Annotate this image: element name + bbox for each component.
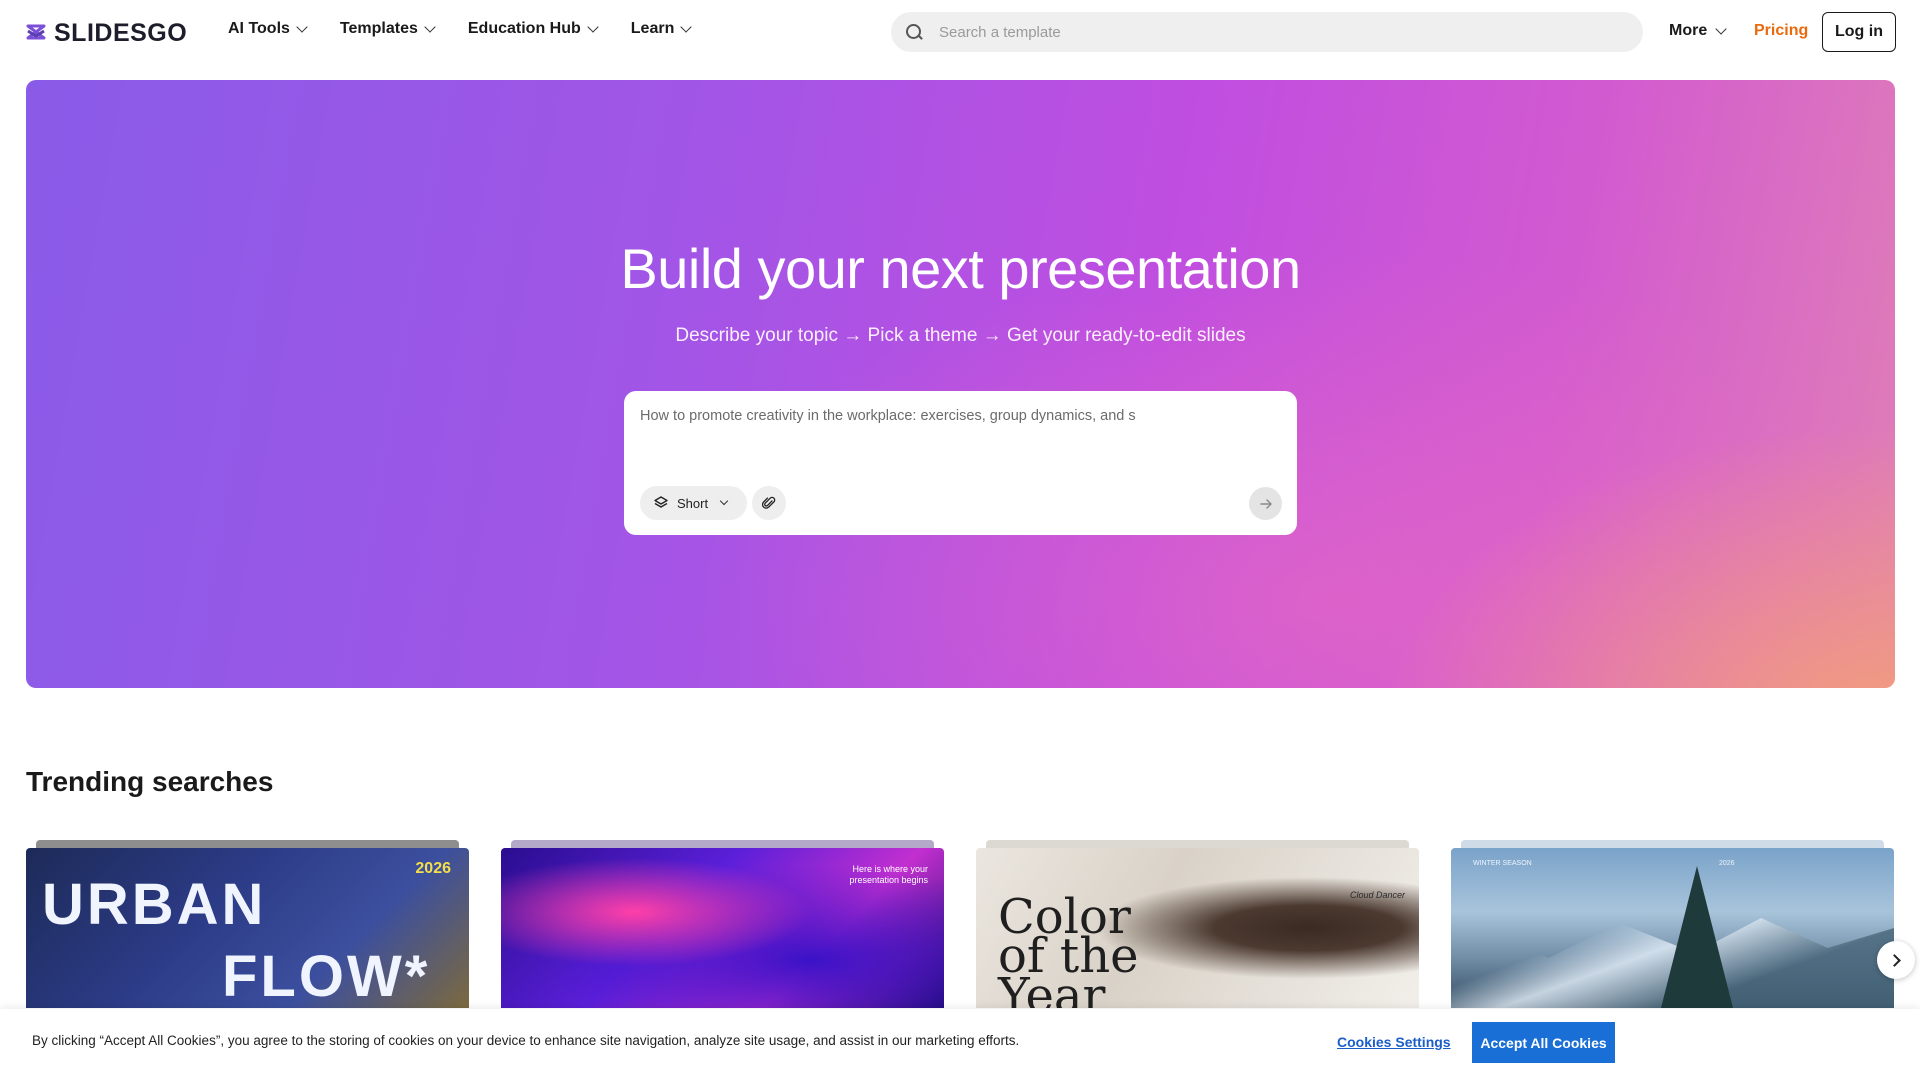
nav-education-hub[interactable]: Education Hub (467, 20, 599, 38)
attach-button[interactable] (752, 486, 786, 520)
cookies-settings-link[interactable]: Cookies Settings (1337, 1034, 1451, 1050)
hero-banner: Build your next presentation Describe yo… (26, 80, 1895, 688)
trending-card-urban-flow[interactable]: 2026 URBAN FLOW* (26, 848, 469, 1008)
card-tag: Cloud Dancer (1349, 890, 1405, 900)
more-label: More (1669, 22, 1708, 39)
slidesgo-logo-icon (26, 24, 46, 39)
card-caption: Here is where your presentation begins (849, 864, 928, 885)
layers-icon (654, 496, 668, 508)
cookie-message: By clicking “Accept All Cookies”, you ag… (32, 1033, 1020, 1048)
chevron-down-icon (719, 496, 729, 506)
chevron-down-icon (587, 21, 599, 33)
slidesgo-logo[interactable]: SLIDESGO (24, 19, 187, 48)
nav-label: AI Tools (228, 20, 290, 37)
nav-label: Learn (630, 20, 675, 37)
search-input[interactable] (939, 23, 1579, 41)
chevron-down-icon (1715, 23, 1727, 35)
nav-templates[interactable]: Templates (339, 20, 436, 38)
template-search[interactable] (891, 12, 1643, 52)
main-nav: AI Tools Templates Education Hub Learn (228, 20, 693, 38)
nav-learn[interactable]: Learn (630, 20, 693, 38)
paperclip-icon (762, 496, 776, 509)
chevron-down-icon (680, 21, 693, 33)
cookie-banner: By clicking “Accept All Cookies”, you ag… (0, 1009, 1920, 1080)
card-title-line: FLOW* (222, 944, 431, 1008)
arrow-right-icon (1259, 498, 1272, 509)
prompt-box[interactable]: How to promote creativity in the workpla… (624, 391, 1297, 535)
hero-subtitle: Describe your topic → Pick a theme → Get… (675, 325, 1246, 346)
length-label: Short (677, 495, 709, 511)
carousel-next-button[interactable] (1877, 941, 1915, 979)
trending-title: Trending searches (26, 766, 274, 797)
hero-title: Build your next presentation (620, 237, 1301, 300)
chevron-down-icon (296, 21, 308, 33)
trending-card-color-of-year[interactable]: Cloud Dancer Color of the Year (976, 848, 1419, 1008)
prompt-input[interactable]: How to promote creativity in the workpla… (640, 408, 1136, 424)
nav-label: Templates (339, 20, 418, 37)
card-tag: 2026 (1719, 860, 1735, 867)
card-badge: 2026 (415, 860, 451, 877)
chevron-down-icon (424, 21, 436, 33)
nav-label: Education Hub (467, 20, 581, 37)
top-navbar: SLIDESGO AI Tools Templates Education Hu… (0, 0, 1920, 64)
length-dropdown[interactable]: Short (640, 486, 747, 520)
card-tag: WINTER SEASON (1473, 860, 1532, 867)
more-menu[interactable]: More (1669, 22, 1727, 40)
trending-card-winter[interactable]: WINTER SEASON 2026 (1451, 848, 1894, 1008)
pine-tree-illustration (1661, 866, 1733, 1008)
card-title-line: URBAN (42, 872, 267, 937)
login-button[interactable]: Log in (1822, 12, 1896, 52)
card-title: Color of the Year (998, 893, 1139, 1008)
nav-ai-tools[interactable]: AI Tools (228, 20, 308, 38)
chevron-right-icon (1888, 953, 1901, 967)
pricing-link[interactable]: Pricing (1754, 22, 1808, 40)
logo-text: SLIDESGO (54, 19, 188, 47)
send-button[interactable] (1249, 487, 1282, 520)
search-icon (905, 23, 923, 41)
accept-cookies-button[interactable]: Accept All Cookies (1472, 1022, 1615, 1063)
trending-card-gradient[interactable]: Here is where your presentation begins (501, 848, 944, 1008)
